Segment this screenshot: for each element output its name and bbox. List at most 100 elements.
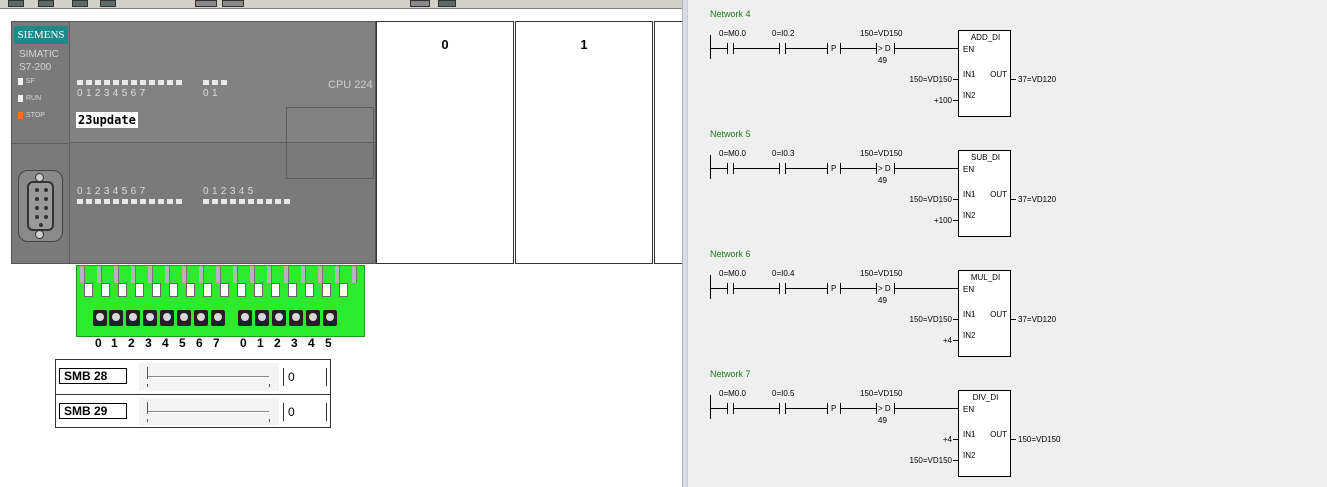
input-toggle-switch[interactable] <box>126 310 140 326</box>
toolbar-button[interactable] <box>195 0 217 7</box>
in1-pin-label: IN1 <box>963 310 976 319</box>
contact-icon[interactable] <box>727 43 728 54</box>
out-pin-label: OUT <box>990 430 1007 439</box>
input-toggle-switch[interactable] <box>143 310 157 326</box>
input-toggle-switch[interactable] <box>160 310 174 326</box>
input-toggle-switch[interactable] <box>306 310 320 326</box>
function-box[interactable]: ADD_DI EN IN1 OUT IN2 <box>958 30 1011 117</box>
terminal-post <box>80 266 85 283</box>
p-contact-icon[interactable] <box>827 43 828 54</box>
contact-icon[interactable] <box>727 283 728 294</box>
port-socket <box>27 181 54 231</box>
in2-value-label: +100 <box>933 216 952 225</box>
compare-contact-icon[interactable] <box>876 403 877 414</box>
slider-thumb[interactable] <box>147 402 150 414</box>
wire <box>733 288 779 289</box>
terminal-post <box>114 266 119 283</box>
in2-value-label: 150=VD150 <box>909 456 952 465</box>
compare-operator: > D <box>878 164 891 173</box>
terminal-lever <box>271 283 280 297</box>
input-switch-block <box>76 265 365 337</box>
compare-contact-icon[interactable] <box>876 163 877 174</box>
network-title: Network 6 <box>710 249 751 259</box>
terminal-lever <box>169 283 178 297</box>
input-toggle-switch[interactable] <box>323 310 337 326</box>
smb28-value[interactable]: 0 <box>283 368 327 386</box>
input-toggle-switch[interactable] <box>109 310 123 326</box>
wire <box>894 288 958 289</box>
contact-icon[interactable] <box>779 163 780 174</box>
contact-icon[interactable] <box>727 403 728 414</box>
contact-icon[interactable] <box>727 163 728 174</box>
smb29-value[interactable]: 0 <box>283 403 327 421</box>
sf-led-label: SF <box>26 78 35 85</box>
toolbar-button[interactable] <box>38 0 54 7</box>
compare-contact-icon[interactable] <box>876 283 877 294</box>
run-led-label: RUN <box>26 95 42 102</box>
input-switch-number: 1 <box>257 336 264 350</box>
expansion-module-0[interactable]: 0 <box>376 21 514 264</box>
input-toggle-switch[interactable] <box>272 310 286 326</box>
cpu-series-label: S7-200 <box>19 62 52 73</box>
contact-icon[interactable] <box>779 283 780 294</box>
input-numbers-2: 0 1 <box>203 88 218 99</box>
function-box[interactable]: SUB_DI EN IN1 OUT IN2 <box>958 150 1011 237</box>
smb28-slider[interactable] <box>139 363 279 391</box>
toolbar-button[interactable] <box>72 0 88 7</box>
toolbar-button[interactable] <box>222 0 244 7</box>
analog-row-smb28: SMB 28 0 <box>56 360 330 394</box>
input-switch-number: 5 <box>325 336 332 350</box>
network-title: Network 5 <box>710 129 751 139</box>
input-switch-number: 4 <box>308 336 315 350</box>
ladder-network[interactable]: Network 5 0=M0.0 0=I0.3 150=VD150 P > D 49 SUB_… <box>688 129 1327 247</box>
contact-icon[interactable] <box>779 43 780 54</box>
smb29-slider[interactable] <box>139 398 279 426</box>
function-box[interactable]: DIV_DI EN IN1 OUT IN2 <box>958 390 1011 477</box>
input-toggle-switch[interactable] <box>289 310 303 326</box>
wire <box>953 319 958 320</box>
plc-simulator-pane: SIEMENS SIMATIC S7-200 SF RUN STOP 0 1 2… <box>0 0 682 487</box>
compare-contact-icon[interactable] <box>876 43 877 54</box>
input-toggle-switch[interactable] <box>255 310 269 326</box>
expansion-module-1[interactable]: 1 <box>515 21 653 264</box>
compare-operator: > D <box>878 284 891 293</box>
p-contact-icon[interactable] <box>827 163 828 174</box>
terminal-lever <box>203 283 212 297</box>
in2-pin-label: IN2 <box>963 331 976 340</box>
module-label: 1 <box>580 37 588 52</box>
program-name-label: 23update <box>76 112 138 128</box>
ladder-network[interactable]: Network 7 0=M0.0 0=I0.5 150=VD150 P > D 49 DIV_… <box>688 369 1327 487</box>
p-contact-icon[interactable] <box>827 283 828 294</box>
input-switch-number: 4 <box>162 336 169 350</box>
wire <box>733 48 779 49</box>
input-leds-2 <box>203 80 227 85</box>
input-switch-number: 3 <box>291 336 298 350</box>
input-toggle-switch[interactable] <box>177 310 191 326</box>
compare-bottom-label: 49 <box>878 296 887 305</box>
contact-icon[interactable] <box>779 403 780 414</box>
power-rail <box>710 275 711 299</box>
ladder-network[interactable]: Network 4 0=M0.0 0=I0.2 150=VD150 P > D 49 ADD_… <box>688 9 1327 127</box>
out-value-label: 37=VD120 <box>1018 315 1057 324</box>
terminal-post <box>165 266 170 283</box>
slider-tick <box>269 419 270 422</box>
wire <box>785 48 827 49</box>
wire <box>894 48 958 49</box>
terminal-lever <box>84 283 93 297</box>
wire <box>733 168 779 169</box>
slider-thumb[interactable] <box>147 367 150 379</box>
input-toggle-switch[interactable] <box>211 310 225 326</box>
toolbar-button[interactable] <box>438 0 456 7</box>
input-toggle-switch[interactable] <box>93 310 107 326</box>
function-box[interactable]: MUL_DI EN IN1 OUT IN2 <box>958 270 1011 357</box>
contact-label: 0=I0.5 <box>772 389 795 398</box>
toolbar-button[interactable] <box>410 0 430 7</box>
ladder-network[interactable]: Network 6 0=M0.0 0=I0.4 150=VD150 P > D 49 MUL_… <box>688 249 1327 367</box>
input-toggle-switch[interactable] <box>194 310 208 326</box>
toolbar-button[interactable] <box>100 0 116 7</box>
expansion-module-2[interactable] <box>654 21 682 264</box>
toolbar-button[interactable] <box>8 0 24 7</box>
wire <box>1011 199 1016 200</box>
p-contact-icon[interactable] <box>827 403 828 414</box>
input-toggle-switch[interactable] <box>238 310 252 326</box>
